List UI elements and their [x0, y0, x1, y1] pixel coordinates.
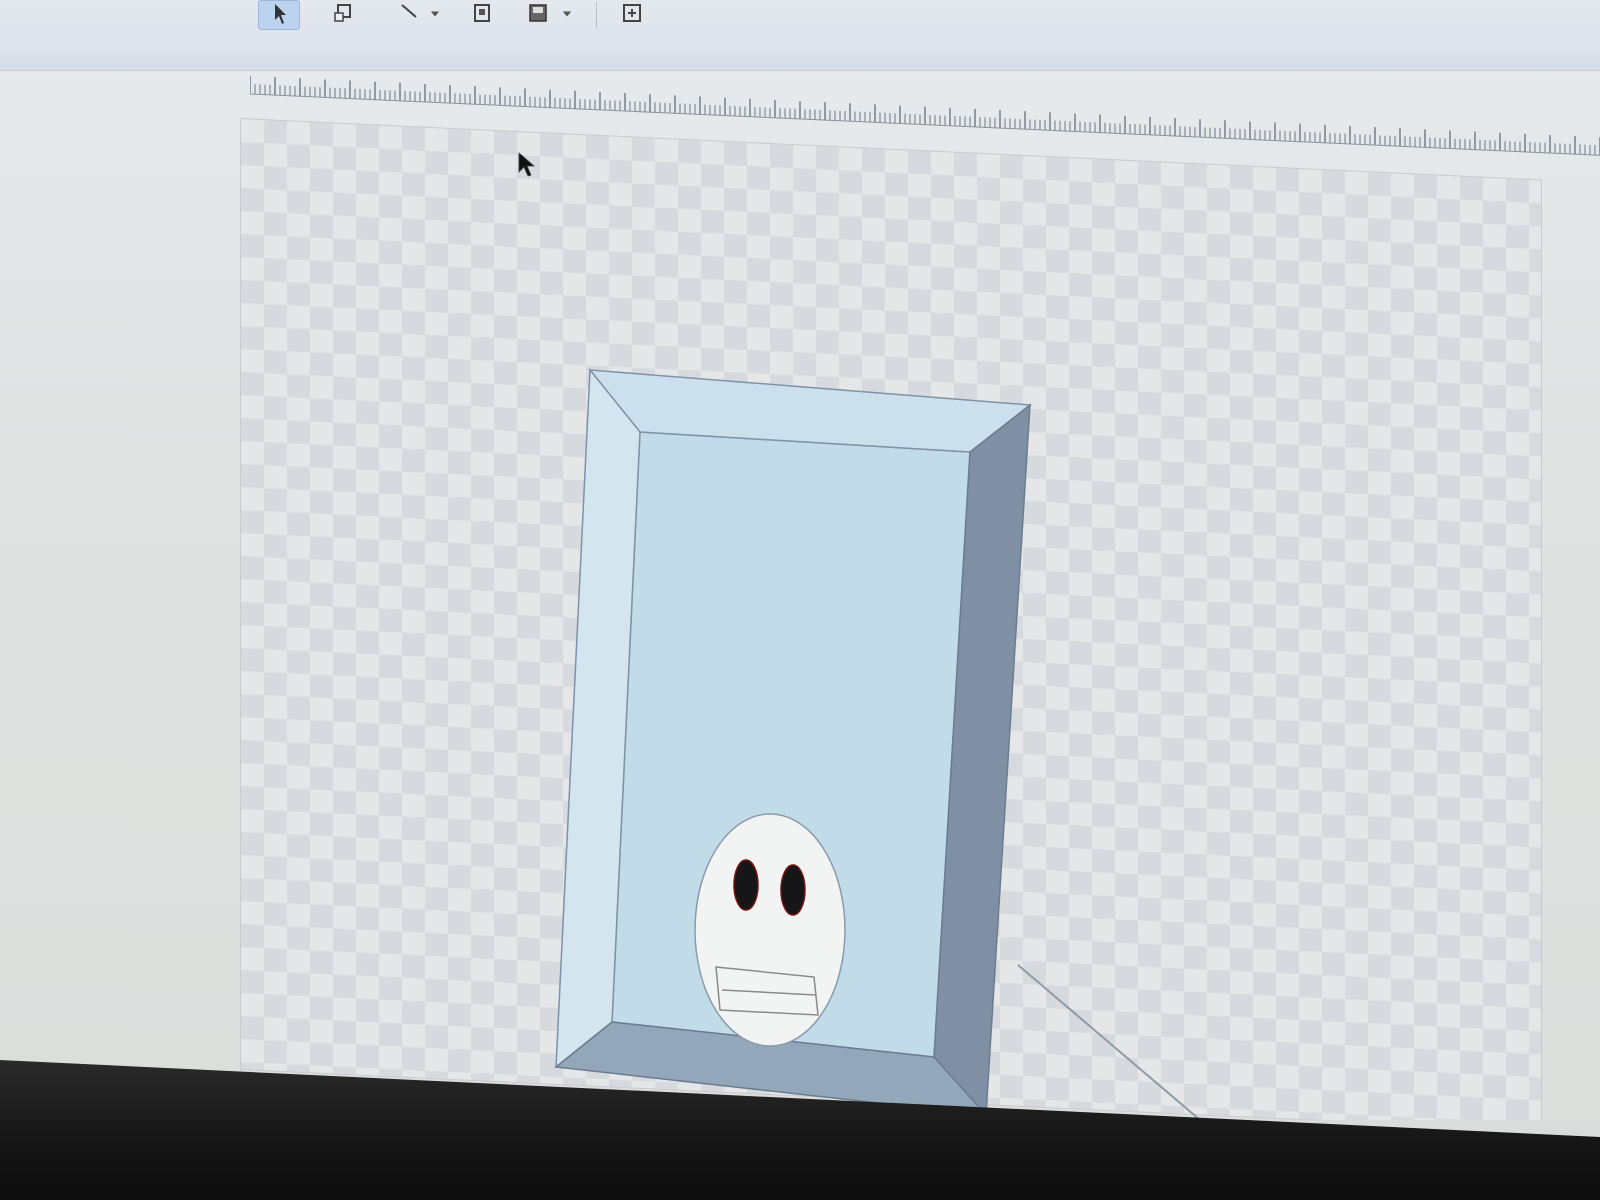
crop-frame-icon: [474, 4, 490, 22]
tool-fill[interactable]: [518, 0, 558, 28]
drawing-toolbar: [0, 0, 1600, 71]
line-tool-icon: [401, 4, 417, 18]
tool-select[interactable]: [258, 0, 300, 30]
insert-object-icon: [623, 4, 641, 22]
fill-box-icon: [529, 4, 547, 22]
tool-line-dropdown[interactable]: [426, 0, 444, 28]
chevron-down-icon: [562, 11, 572, 17]
face-oval[interactable]: [694, 813, 846, 1047]
tool-insert[interactable]: [612, 0, 652, 28]
pointer-arrow-icon: [275, 4, 286, 24]
node-edit-icon: [334, 4, 351, 22]
tool-fill-dropdown[interactable]: [558, 0, 576, 28]
mouse-pointer-icon: [518, 152, 536, 177]
tool-node-edit[interactable]: [324, 0, 364, 28]
tool-line[interactable]: [390, 0, 430, 28]
chevron-down-icon: [430, 11, 440, 17]
toolbar-separator: [596, 2, 597, 28]
app-window: [0, 0, 1600, 1120]
tool-crop[interactable]: [462, 0, 502, 28]
